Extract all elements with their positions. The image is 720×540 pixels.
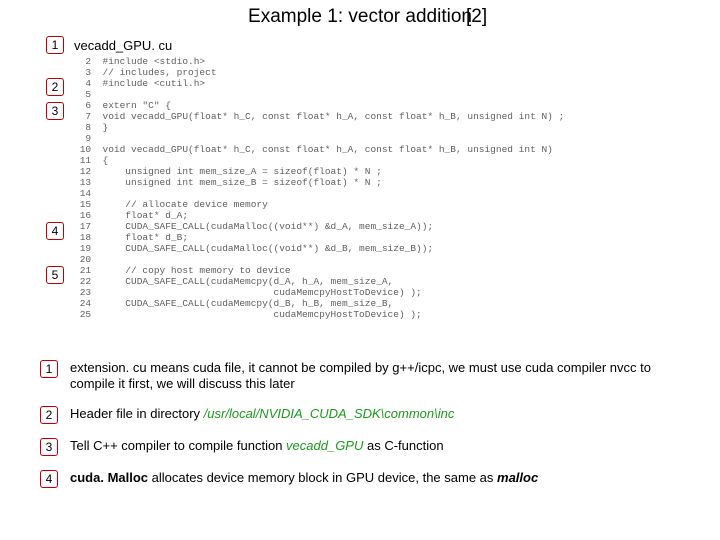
footnote-4-bold2: malloc	[497, 470, 538, 485]
slide-title-row: Example 1: vector addition [2]	[0, 6, 720, 28]
footnote-3-post: as C-function	[363, 438, 443, 453]
footnote-marker-1: 1	[40, 360, 58, 378]
footnote-4-bold1: cuda. Malloc	[70, 470, 148, 485]
footnote-marker-2: 2	[40, 406, 58, 424]
slide-title: Example 1: vector addition	[248, 6, 472, 27]
footnote-3: 3 Tell C++ compiler to compile function …	[40, 438, 680, 456]
footnote-3-pre: Tell C++ compiler to compile function	[70, 438, 286, 453]
footnote-4: 4 cuda. Malloc allocates device memory b…	[40, 470, 680, 488]
code-filename: vecadd_GPU. cu	[74, 38, 172, 53]
slide-title-ref: [2]	[466, 6, 487, 28]
code-listing: 2 #include <stdio.h> 3 // includes, proj…	[74, 56, 679, 320]
footnote-text-4: cuda. Malloc allocates device memory blo…	[70, 470, 680, 486]
footnote-4-mid: allocates device memory block in GPU dev…	[148, 470, 497, 485]
footnotes: 1 extension. cu means cuda file, it cann…	[40, 360, 680, 502]
code-pre: 2 #include <stdio.h> 3 // includes, proj…	[74, 56, 679, 320]
footnote-2-pre: Header file in directory	[70, 406, 204, 421]
left-marker-column: 1 2 3 4 5	[46, 36, 66, 336]
marker-4: 4	[46, 222, 64, 240]
marker-3: 3	[46, 102, 64, 120]
footnote-1: 1 extension. cu means cuda file, it cann…	[40, 360, 680, 392]
footnote-2: 2 Header file in directory /usr/local/NV…	[40, 406, 680, 424]
marker-1: 1	[46, 36, 64, 54]
footnote-marker-3: 3	[40, 438, 58, 456]
footnote-2-path: /usr/local/NVIDIA_CUDA_SDK\common\inc	[204, 406, 455, 421]
marker-2: 2	[46, 78, 64, 96]
footnote-marker-4: 4	[40, 470, 58, 488]
footnote-text-1: extension. cu means cuda file, it cannot…	[70, 360, 680, 392]
footnote-text-2: Header file in directory /usr/local/NVID…	[70, 406, 680, 422]
footnote-3-func: vecadd_GPU	[286, 438, 363, 453]
footnote-text-3: Tell C++ compiler to compile function ve…	[70, 438, 680, 454]
marker-5: 5	[46, 266, 64, 284]
